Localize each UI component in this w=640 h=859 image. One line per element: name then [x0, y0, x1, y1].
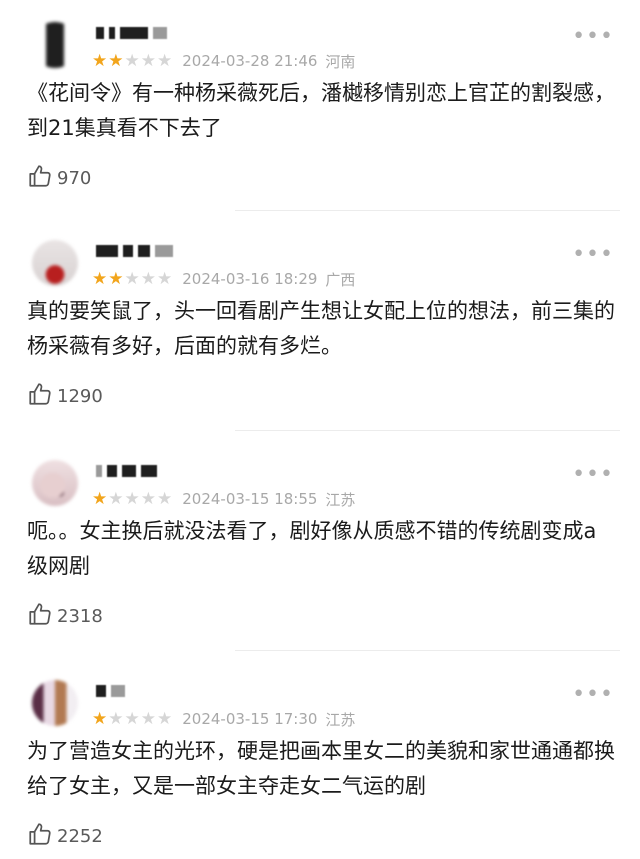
more-dots-icon[interactable]: ••• — [572, 464, 614, 486]
review-meta: ★ ★ ★ ★ ★ 2024-03-15 17:30 江苏 — [92, 708, 355, 730]
thumbs-up-icon — [27, 821, 53, 851]
more-dots-icon[interactable]: ••• — [572, 684, 614, 706]
star-icon: ★ — [124, 488, 140, 509]
thumbs-up-icon — [27, 163, 53, 193]
review-region: 广西 — [325, 270, 356, 289]
more-dots-icon[interactable]: ••• — [572, 244, 614, 266]
avatar[interactable] — [32, 460, 78, 506]
star-icon: ★ — [108, 708, 124, 729]
divider — [235, 650, 620, 651]
review-meta: ★ ★ ★ ★ ★ 2024-03-16 18:29 广西 — [92, 268, 355, 290]
thumbs-up-icon — [27, 381, 53, 411]
rating-stars: ★ ★ ★ ★ ★ — [92, 708, 173, 729]
review-text: 真的要笑鼠了，头一回看剧产生想让女配上位的想法，前三集的杨采薇有多好，后面的就有… — [27, 299, 615, 358]
star-icon: ★ — [108, 50, 124, 71]
review-region: 河南 — [325, 52, 356, 71]
rating-stars: ★ ★ ★ ★ ★ — [92, 268, 173, 289]
more-dots-icon[interactable]: ••• — [572, 26, 614, 48]
divider — [235, 210, 620, 211]
username-blurred[interactable] — [96, 680, 186, 702]
star-icon: ★ — [124, 50, 140, 71]
thumbs-up-icon — [27, 601, 53, 631]
star-icon: ★ — [108, 488, 124, 509]
like-count: 1290 — [57, 385, 103, 407]
review-meta: ★ ★ ★ ★ ★ 2024-03-28 21:46 河南 — [92, 50, 355, 72]
review-meta: ★ ★ ★ ★ ★ 2024-03-15 18:55 江苏 — [92, 488, 355, 510]
rating-stars: ★ ★ ★ ★ ★ — [92, 50, 173, 71]
avatar[interactable] — [32, 680, 78, 726]
rating-stars: ★ ★ ★ ★ ★ — [92, 488, 173, 509]
star-icon: ★ — [140, 268, 156, 289]
avatar[interactable] — [32, 22, 78, 68]
like-button[interactable]: 2252 — [27, 822, 103, 850]
review-text: 呃。。女主换后就没法看了，剧好像从质感不错的传统剧变成a级网剧 — [27, 519, 597, 578]
divider — [235, 430, 620, 431]
username-blurred[interactable] — [96, 22, 186, 44]
username-blurred[interactable] — [96, 240, 186, 262]
star-icon: ★ — [124, 708, 140, 729]
like-button[interactable]: 970 — [27, 164, 91, 192]
review-time: 2024-03-28 21:46 — [182, 52, 318, 70]
star-icon: ★ — [92, 488, 108, 509]
like-button[interactable]: 2318 — [27, 602, 103, 630]
review-text: 《花间令》有一种杨采薇死后，潘樾移情别恋上官芷的割裂感，到21集真看不下去了 — [27, 81, 615, 140]
star-icon: ★ — [92, 268, 108, 289]
like-count: 2252 — [57, 825, 103, 847]
star-icon: ★ — [140, 50, 156, 71]
star-icon: ★ — [157, 268, 173, 289]
review-time: 2024-03-16 18:29 — [182, 270, 318, 288]
star-icon: ★ — [157, 488, 173, 509]
review-time: 2024-03-15 17:30 — [182, 710, 318, 728]
review-time: 2024-03-15 18:55 — [182, 490, 318, 508]
username-blurred[interactable] — [96, 460, 186, 482]
review-text: 为了营造女主的光环，硬是把画本里女二的美貌和家世通通都换给了女主，又是一部女主夺… — [27, 739, 615, 798]
star-icon: ★ — [157, 50, 173, 71]
star-icon: ★ — [92, 50, 108, 71]
review-region: 江苏 — [325, 490, 356, 509]
star-icon: ★ — [140, 708, 156, 729]
star-icon: ★ — [140, 488, 156, 509]
star-icon: ★ — [92, 708, 108, 729]
star-icon: ★ — [108, 268, 124, 289]
like-button[interactable]: 1290 — [27, 382, 103, 410]
star-icon: ★ — [157, 708, 173, 729]
avatar[interactable] — [32, 240, 78, 286]
review-region: 江苏 — [325, 710, 356, 729]
star-icon: ★ — [124, 268, 140, 289]
like-count: 2318 — [57, 605, 103, 627]
like-count: 970 — [57, 167, 92, 189]
